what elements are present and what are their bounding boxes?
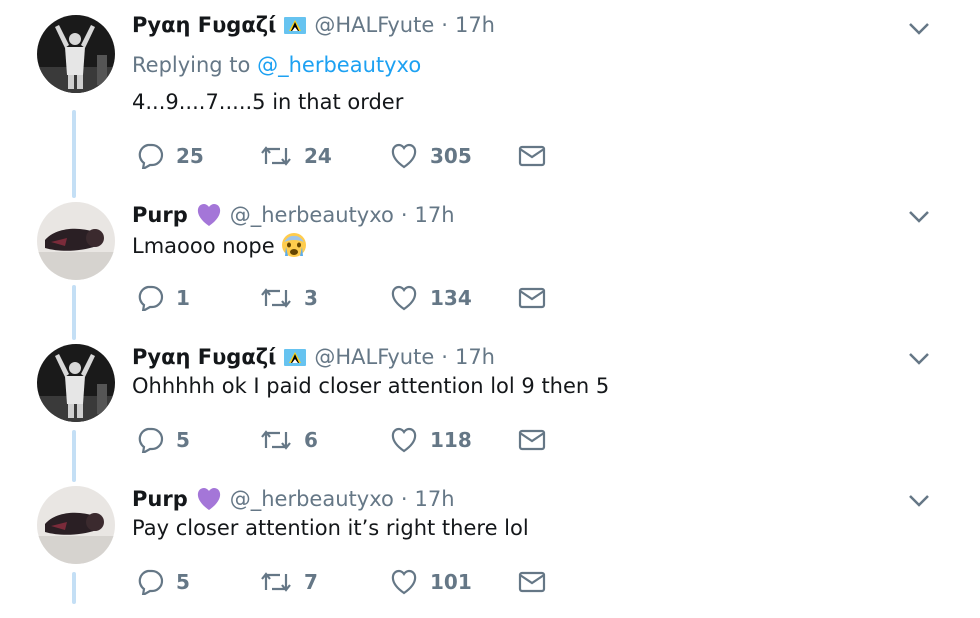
handle[interactable]: @_herbeautyxo <box>230 487 394 511</box>
message-button[interactable] <box>518 425 546 455</box>
retweet-button[interactable]: 7 <box>260 567 318 597</box>
chevron-down-icon[interactable] <box>908 22 930 36</box>
crying-face-emoji <box>281 233 306 257</box>
tweet[interactable]: Ρyαη Fυgαζί @HALFyute · 17h Replying to … <box>0 0 980 169</box>
chevron-down-icon[interactable] <box>908 210 930 224</box>
envelope-icon <box>518 145 546 167</box>
flag-icon <box>284 16 307 34</box>
reply-icon <box>138 569 164 595</box>
retweet-count: 3 <box>304 286 318 310</box>
avatar[interactable] <box>37 344 115 422</box>
tweet-text-content: Lmaooo nope <box>132 234 275 258</box>
purple-heart-icon <box>197 488 220 510</box>
retweet-icon <box>261 146 291 166</box>
separator: · <box>400 487 408 511</box>
timestamp[interactable]: 17h <box>455 13 495 37</box>
message-button[interactable] <box>518 283 546 313</box>
tweet-text: Ohhhhh ok I paid closer attention lol 9 … <box>132 374 610 398</box>
retweet-icon <box>261 430 291 450</box>
like-count: 118 <box>430 428 472 452</box>
reply-icon <box>138 143 164 169</box>
tweet-actions: 25 24 305 <box>132 141 572 171</box>
tweet[interactable]: Purp @_herbeautyxo · 17h Lmaooo nope 1 3… <box>0 192 980 334</box>
tweet[interactable]: Ρyαη Fυgαζί @HALFyute · 17h Ohhhhh ok I … <box>0 334 980 476</box>
heart-icon <box>391 143 417 169</box>
separator: · <box>441 345 448 369</box>
like-button[interactable]: 134 <box>390 283 472 313</box>
envelope-icon <box>518 571 546 593</box>
like-count: 305 <box>430 144 472 168</box>
retweet-button[interactable]: 6 <box>260 425 318 455</box>
retweet-button[interactable]: 24 <box>260 141 332 171</box>
reply-icon <box>138 285 164 311</box>
reply-button[interactable]: 5 <box>136 425 190 455</box>
tweet-header: Ρyαη Fυgαζί @HALFyute · 17h <box>132 342 495 372</box>
reply-mention-link[interactable]: @_herbeautyxo <box>257 53 421 77</box>
display-name[interactable]: Ρyαη Fυgαζί <box>132 345 276 369</box>
timestamp[interactable]: 17h <box>415 203 455 227</box>
tweet-text: 4...9....7.....5 in that order <box>132 90 404 114</box>
tweet-header: Purp @_herbeautyxo · 17h <box>132 200 455 230</box>
avatar[interactable] <box>37 202 115 280</box>
retweet-count: 24 <box>304 144 332 168</box>
timestamp[interactable]: 17h <box>415 487 455 511</box>
timestamp[interactable]: 17h <box>455 345 495 369</box>
retweet-icon <box>261 572 291 592</box>
tweet-header: Ρyαη Fυgαζί @HALFyute · 17h <box>132 10 495 40</box>
heart-icon <box>391 569 417 595</box>
like-count: 134 <box>430 286 472 310</box>
reply-button[interactable]: 5 <box>136 567 190 597</box>
like-count: 101 <box>430 570 472 594</box>
chevron-down-icon[interactable] <box>908 494 930 508</box>
like-button[interactable]: 305 <box>390 141 472 171</box>
flag-icon <box>284 348 307 366</box>
like-button[interactable]: 101 <box>390 567 472 597</box>
avatar[interactable] <box>37 15 115 93</box>
handle[interactable]: @HALFyute <box>314 345 434 369</box>
display-name[interactable]: Purp <box>132 203 188 227</box>
retweet-count: 7 <box>304 570 318 594</box>
reply-button[interactable]: 1 <box>136 283 190 313</box>
retweet-button[interactable]: 3 <box>260 283 318 313</box>
reply-count: 1 <box>176 286 190 310</box>
tweet-actions: 1 3 134 <box>132 283 572 313</box>
tweet[interactable]: Purp @_herbeautyxo · 17h Pay closer atte… <box>0 476 980 618</box>
chevron-down-icon[interactable] <box>908 352 930 366</box>
tweet-actions: 5 7 101 <box>132 567 572 597</box>
tweet-header: Purp @_herbeautyxo · 17h <box>132 484 455 514</box>
display-name[interactable]: Ρyαη Fυgαζί <box>132 13 276 37</box>
message-button[interactable] <box>518 567 546 597</box>
handle[interactable]: @HALFyute <box>314 13 434 37</box>
reply-count: 5 <box>176 570 190 594</box>
purple-heart-icon <box>197 204 220 226</box>
retweet-icon <box>261 288 291 308</box>
reply-icon <box>138 427 164 453</box>
replying-to-label: Replying to <box>132 53 251 77</box>
avatar[interactable] <box>37 486 115 564</box>
handle[interactable]: @_herbeautyxo <box>230 203 394 227</box>
display-name[interactable]: Purp <box>132 487 188 511</box>
retweet-count: 6 <box>304 428 318 452</box>
like-button[interactable]: 118 <box>390 425 472 455</box>
reply-count: 5 <box>176 428 190 452</box>
reply-button[interactable]: 25 <box>136 141 204 171</box>
separator: · <box>400 203 408 227</box>
message-button[interactable] <box>518 141 546 171</box>
envelope-icon <box>518 287 546 309</box>
heart-icon <box>391 285 417 311</box>
heart-icon <box>391 427 417 453</box>
tweet-actions: 5 6 118 <box>132 425 572 455</box>
replying-to: Replying to @_herbeautyxo <box>132 53 421 77</box>
separator: · <box>441 13 448 37</box>
tweet-text: Pay closer attention it’s right there lo… <box>132 516 529 540</box>
reply-count: 25 <box>176 144 204 168</box>
tweet-text: Lmaooo nope <box>132 232 307 258</box>
envelope-icon <box>518 429 546 451</box>
